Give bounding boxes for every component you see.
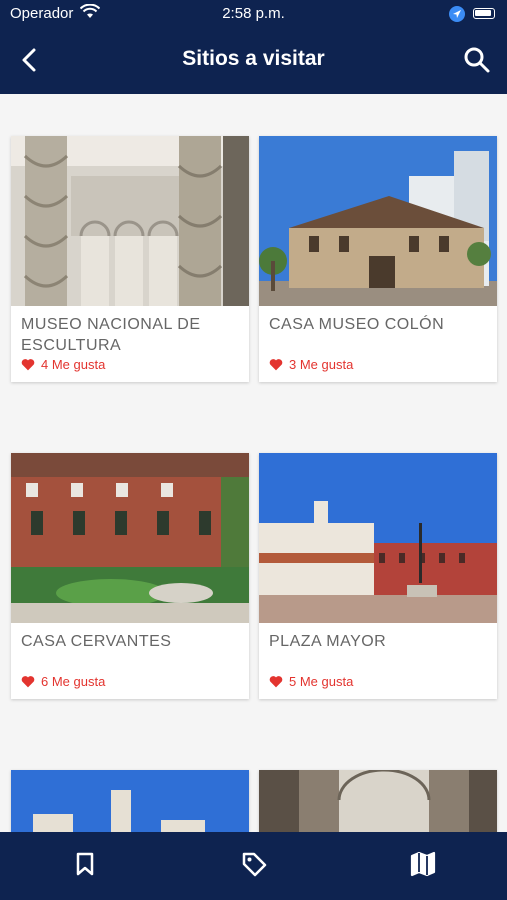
clock: 2:58 p.m. bbox=[222, 5, 285, 22]
place-card[interactable]: CASA CERVANTES 6 Me gusta bbox=[11, 453, 249, 699]
like-count-label: 3 Me gusta bbox=[289, 356, 354, 372]
like-count-label: 5 Me gusta bbox=[289, 673, 354, 689]
heart-icon bbox=[21, 675, 35, 687]
place-card[interactable]: MUSEO NACIONAL DE ESCULTURA 4 Me gusta bbox=[11, 136, 249, 382]
like-count-label: 4 Me gusta bbox=[41, 356, 106, 372]
battery-icon bbox=[473, 8, 495, 19]
heart-icon bbox=[269, 675, 283, 687]
place-photo bbox=[259, 770, 497, 832]
place-name: CASA CERVANTES bbox=[21, 633, 172, 650]
nav-bar: Sitios a visitar bbox=[0, 28, 507, 94]
like-count[interactable]: 3 Me gusta bbox=[259, 356, 497, 382]
place-photo bbox=[11, 453, 249, 623]
place-card[interactable]: CASA MUSEO COLÓN 3 Me gusta bbox=[259, 136, 497, 382]
places-grid: MUSEO NACIONAL DE ESCULTURA 4 Me gusta C… bbox=[0, 94, 507, 832]
place-photo bbox=[259, 453, 497, 623]
tab-bar bbox=[0, 832, 507, 900]
place-photo bbox=[11, 136, 249, 306]
bookmark-icon[interactable] bbox=[71, 850, 99, 878]
like-count[interactable]: 5 Me gusta bbox=[259, 673, 497, 699]
search-icon[interactable] bbox=[461, 44, 493, 76]
map-icon[interactable] bbox=[409, 850, 437, 878]
heart-icon bbox=[269, 358, 283, 370]
place-name: PLAZA MAYOR bbox=[269, 633, 387, 650]
place-card[interactable] bbox=[259, 770, 497, 832]
location-icon bbox=[449, 6, 465, 22]
like-count[interactable]: 6 Me gusta bbox=[11, 673, 249, 699]
place-name: MUSEO NACIONAL DE ESCULTURA bbox=[21, 316, 201, 354]
place-card[interactable]: PLAZA MAYOR 5 Me gusta bbox=[259, 453, 497, 699]
place-photo bbox=[259, 136, 497, 306]
place-card[interactable] bbox=[11, 770, 249, 832]
heart-icon bbox=[21, 358, 35, 370]
place-name: CASA MUSEO COLÓN bbox=[269, 316, 445, 333]
place-photo bbox=[11, 770, 249, 832]
like-count[interactable]: 4 Me gusta bbox=[11, 356, 249, 382]
like-count-label: 6 Me gusta bbox=[41, 673, 106, 689]
tag-icon[interactable] bbox=[240, 850, 268, 878]
page-title: Sitios a visitar bbox=[182, 47, 325, 70]
status-bar: Operador 2:58 p.m. bbox=[0, 0, 507, 28]
